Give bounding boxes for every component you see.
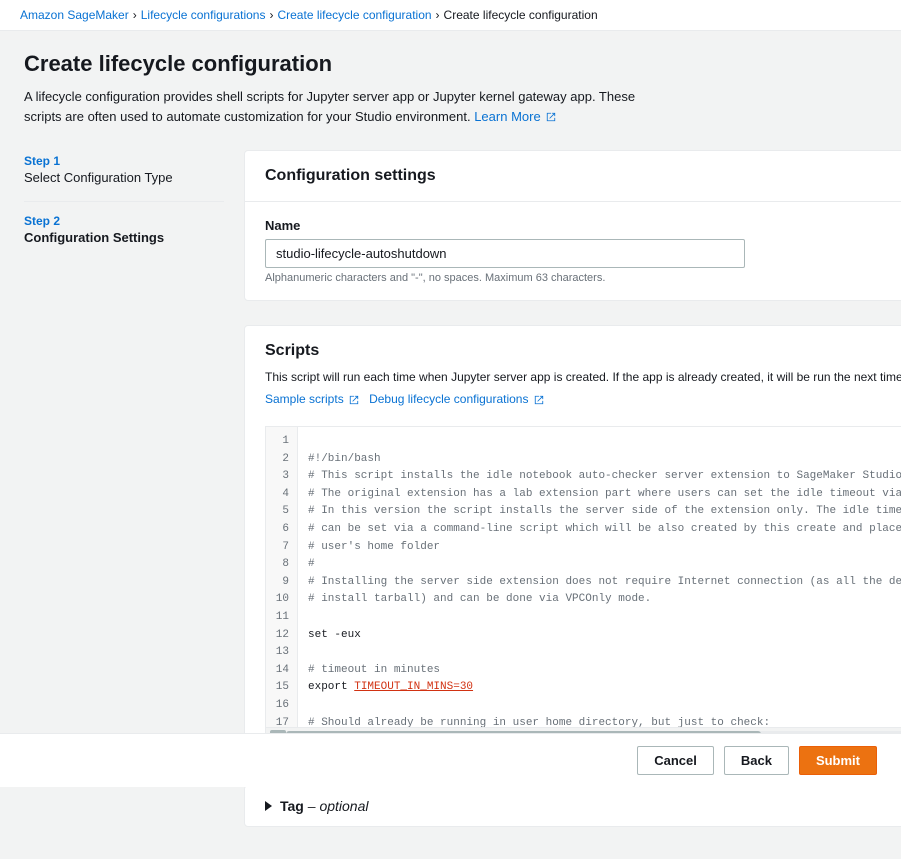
step1: Step 1 Select Configuration Type bbox=[24, 154, 224, 185]
scripts-description: This script will run each time when Jupy… bbox=[265, 368, 901, 386]
step1-title: Select Configuration Type bbox=[24, 170, 224, 185]
learn-more-link[interactable]: Learn More bbox=[474, 109, 540, 124]
footer-bar: Cancel Back Submit bbox=[0, 733, 901, 787]
configuration-panel: Configuration settings Name Alphanumeric… bbox=[244, 150, 901, 301]
config-panel-header: Configuration settings bbox=[245, 151, 901, 202]
tag-optional-label: – optional bbox=[308, 798, 369, 814]
sidebar-divider bbox=[24, 201, 224, 202]
name-label: Name bbox=[265, 218, 901, 233]
breadcrumb-current: Create lifecycle configuration bbox=[444, 8, 598, 22]
breadcrumb-lifecycle-configs[interactable]: Lifecycle configurations bbox=[141, 8, 266, 22]
scripts-header: Scripts This script will run each time w… bbox=[245, 326, 901, 416]
scripts-title: Scripts bbox=[265, 342, 901, 360]
debug-external-icon bbox=[534, 395, 544, 405]
name-input[interactable] bbox=[265, 239, 745, 268]
back-button[interactable]: Back bbox=[724, 746, 789, 775]
scripts-panel: Scripts This script will run each time w… bbox=[244, 325, 901, 761]
debug-link[interactable]: Debug lifecycle configurations bbox=[369, 392, 528, 406]
step2-title: Configuration Settings bbox=[24, 230, 224, 245]
tag-header[interactable]: Tag – optional bbox=[245, 786, 901, 826]
name-hint: Alphanumeric characters and "-", no spac… bbox=[265, 272, 901, 284]
code-editor[interactable]: 12345 678910 1112131415 1617181920 21222… bbox=[266, 427, 901, 727]
config-panel-body: Name Alphanumeric characters and "-", no… bbox=[245, 202, 901, 300]
submit-button[interactable]: Submit bbox=[799, 746, 877, 775]
breadcrumb-sagemaker[interactable]: Amazon SageMaker bbox=[20, 8, 129, 22]
tag-expand-icon bbox=[265, 801, 272, 811]
line-numbers: 12345 678910 1112131415 1617181920 21222… bbox=[266, 427, 298, 727]
sample-scripts-external-icon bbox=[349, 395, 359, 405]
tag-panel: Tag – optional bbox=[244, 785, 901, 827]
scripts-links: Sample scripts Debug lifecycle configura… bbox=[265, 392, 901, 406]
page-description: A lifecycle configuration provides shell… bbox=[24, 87, 664, 126]
code-editor-wrapper: 12345 678910 1112131415 1617181920 21222… bbox=[265, 426, 901, 740]
cancel-button[interactable]: Cancel bbox=[637, 746, 714, 775]
config-section-title: Configuration settings bbox=[265, 167, 901, 185]
step2-label: Step 2 bbox=[24, 214, 224, 228]
page-title: Create lifecycle configuration bbox=[24, 51, 877, 77]
breadcrumb-create-1[interactable]: Create lifecycle configuration bbox=[277, 8, 431, 22]
sample-scripts-link[interactable]: Sample scripts bbox=[265, 392, 344, 406]
step2: Step 2 Configuration Settings bbox=[24, 214, 224, 245]
external-link-icon bbox=[546, 112, 556, 122]
tag-title: Tag – optional bbox=[280, 798, 368, 814]
breadcrumb: Amazon SageMaker › Lifecycle configurati… bbox=[0, 0, 901, 31]
code-content[interactable]: #!/bin/bash # This script installs the i… bbox=[298, 427, 901, 727]
step1-label: Step 1 bbox=[24, 154, 224, 168]
